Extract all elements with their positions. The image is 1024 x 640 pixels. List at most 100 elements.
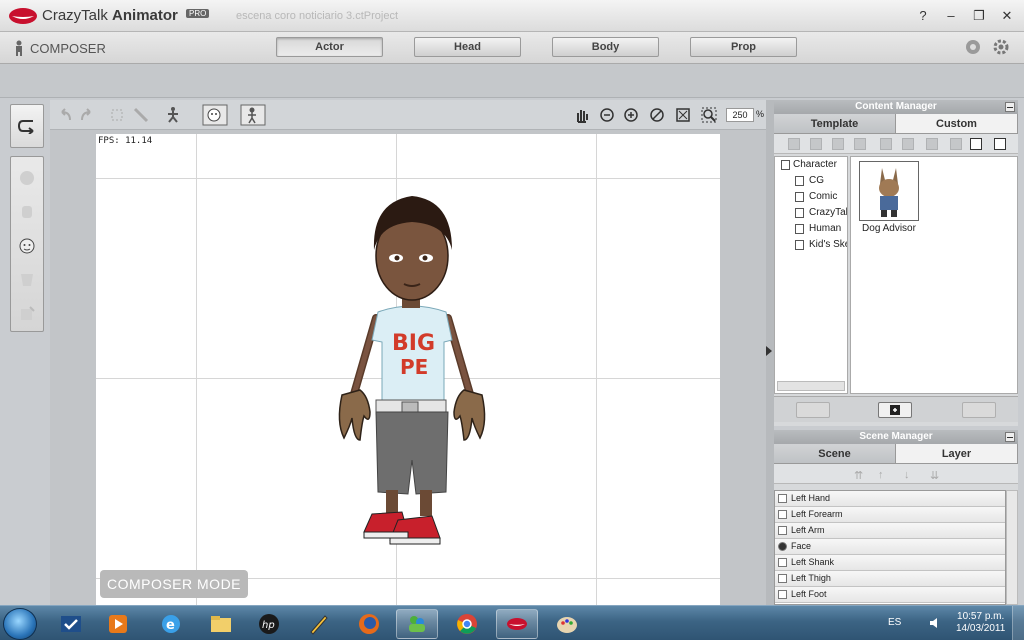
restore-button[interactable]: ❐ <box>972 8 986 24</box>
tree-item-cg[interactable]: CG <box>775 173 847 189</box>
replace-button[interactable] <box>962 402 996 418</box>
tab-prop[interactable]: Prop <box>690 37 797 57</box>
reset-view-icon[interactable] <box>648 106 666 124</box>
pen-tool-icon[interactable] <box>298 609 340 639</box>
zoom-out-icon[interactable] <box>598 106 616 124</box>
back-button[interactable] <box>10 104 44 148</box>
show-desktop-button[interactable] <box>1012 606 1024 640</box>
fit-view-icon[interactable] <box>674 106 692 124</box>
stage-area: FPS: 11.14 BIG PE COMPOSER MODE <box>50 130 766 605</box>
internet-explorer-icon[interactable]: e <box>150 609 192 639</box>
start-button[interactable] <box>3 608 37 640</box>
redo-icon[interactable] <box>78 106 96 124</box>
firefox-icon[interactable] <box>348 609 390 639</box>
layer-list-scrollbar[interactable] <box>1006 490 1018 605</box>
collapse-arrow-icon[interactable] <box>766 346 772 356</box>
fps-readout: FPS: 11.14 <box>98 136 153 146</box>
composer-mode-label[interactable]: COMPOSER <box>12 40 106 56</box>
list-item[interactable]: Left Arm <box>775 523 1005 539</box>
task-manager-icon[interactable] <box>50 609 92 639</box>
move-top-icon[interactable]: ⇈ <box>854 469 863 482</box>
tree-item-human[interactable]: Human <box>775 221 847 237</box>
move-down-icon[interactable]: ↓ <box>904 469 910 481</box>
chrome-logo-icon <box>457 614 477 634</box>
add-to-scene-button[interactable] <box>878 402 912 418</box>
close-button[interactable]: ✕ <box>1000 8 1014 24</box>
help-button[interactable]: ? <box>916 8 930 24</box>
bone-edit-icon[interactable] <box>132 106 150 124</box>
move-up-icon[interactable]: ↑ <box>878 469 884 481</box>
content-manager-minimize-button[interactable] <box>1005 102 1015 112</box>
gear-icon[interactable] <box>992 38 1010 56</box>
clock[interactable]: 10:57 p.m. 14/03/2011 <box>956 611 1005 635</box>
character-actor[interactable]: BIG PE <box>320 190 504 552</box>
add-icon[interactable] <box>950 138 962 150</box>
tree-item-character[interactable]: Character <box>775 157 847 173</box>
messenger-icon[interactable] <box>396 609 438 639</box>
mask-tool-icon[interactable] <box>17 271 37 289</box>
panel-splitter[interactable] <box>766 100 774 605</box>
list-item[interactable]: Face <box>775 539 1005 555</box>
tab-body[interactable]: Body <box>552 37 659 57</box>
zoom-region-icon[interactable] <box>700 106 718 124</box>
body-puppet-icon[interactable] <box>240 104 266 126</box>
import-icon[interactable] <box>810 138 822 150</box>
hand-pose-icon[interactable] <box>17 203 37 221</box>
face-puppet-icon[interactable] <box>202 104 228 126</box>
tab-actor[interactable]: Actor <box>276 37 383 57</box>
hp-logo-icon: hp <box>259 614 279 634</box>
volume-icon[interactable] <box>928 616 942 630</box>
tab-head[interactable]: Head <box>414 37 521 57</box>
tree-item-kids-sketch[interactable]: Kid's Sket <box>775 237 847 253</box>
load-button[interactable] <box>796 402 830 418</box>
chrome-icon[interactable] <box>446 609 488 639</box>
list-item[interactable]: Left Forearm <box>775 507 1005 523</box>
pan-hand-icon[interactable] <box>572 106 590 124</box>
tree-item-comic[interactable]: Comic <box>775 189 847 205</box>
hp-icon[interactable]: hp <box>248 609 290 639</box>
file-explorer-icon[interactable] <box>200 609 242 639</box>
morph-tool-icon[interactable] <box>17 169 37 187</box>
tab-custom[interactable]: Custom <box>896 114 1018 133</box>
list-item[interactable]: Left Hand <box>775 491 1005 507</box>
pro-badge: PRO <box>186 9 210 18</box>
refresh-icon[interactable] <box>926 138 938 150</box>
view-mode-icon[interactable] <box>970 138 982 150</box>
ie-icon: e <box>162 615 180 633</box>
zoom-in-icon[interactable] <box>622 106 640 124</box>
language-indicator[interactable]: ES <box>888 617 901 628</box>
delete-icon[interactable] <box>902 138 914 150</box>
tab-scene[interactable]: Scene <box>774 444 896 463</box>
folder-icon[interactable] <box>788 138 800 150</box>
tab-template[interactable]: Template <box>774 114 896 133</box>
transform-icon[interactable] <box>108 106 126 124</box>
thumbnail-dog-advisor[interactable] <box>859 161 919 221</box>
paint-icon[interactable] <box>546 609 588 639</box>
undo-icon[interactable] <box>56 106 74 124</box>
tree-item-crazytalk[interactable]: CrazyTalk <box>775 205 847 221</box>
paint-tool-icon[interactable] <box>17 305 37 323</box>
face-edit-icon[interactable] <box>17 237 37 255</box>
search-icon[interactable] <box>994 138 1006 150</box>
canvas[interactable]: FPS: 11.14 BIG PE COMPOSER MODE <box>96 134 720 605</box>
media-player-icon[interactable] <box>97 609 139 639</box>
crazytalk-icon[interactable] <box>496 609 538 639</box>
svg-text:BIG: BIG <box>392 331 435 356</box>
list-item[interactable]: Left Foot <box>775 587 1005 603</box>
list-item[interactable]: Left Thigh <box>775 571 1005 587</box>
tree-horizontal-scrollbar[interactable] <box>777 381 845 391</box>
export-icon[interactable] <box>832 138 844 150</box>
move-bottom-icon[interactable]: ⇊ <box>930 469 939 482</box>
content-manager-panel: Content Manager Template Custom Characte… <box>774 100 1018 426</box>
scene-manager-minimize-button[interactable] <box>1005 432 1015 442</box>
character-pose-icon[interactable] <box>164 106 182 124</box>
paste-icon[interactable] <box>880 138 892 150</box>
list-item[interactable]: Left Shank <box>775 555 1005 571</box>
zoom-level-input[interactable]: 250 <box>726 108 754 122</box>
tab-layer[interactable]: Layer <box>896 444 1018 463</box>
copy-icon[interactable] <box>854 138 866 150</box>
minimize-button[interactable]: – <box>944 8 958 24</box>
layer-icon <box>778 494 787 503</box>
content-tree: Character CG Comic CrazyTalk Human Kid's… <box>774 156 848 394</box>
settings-globe-icon[interactable] <box>964 38 982 56</box>
